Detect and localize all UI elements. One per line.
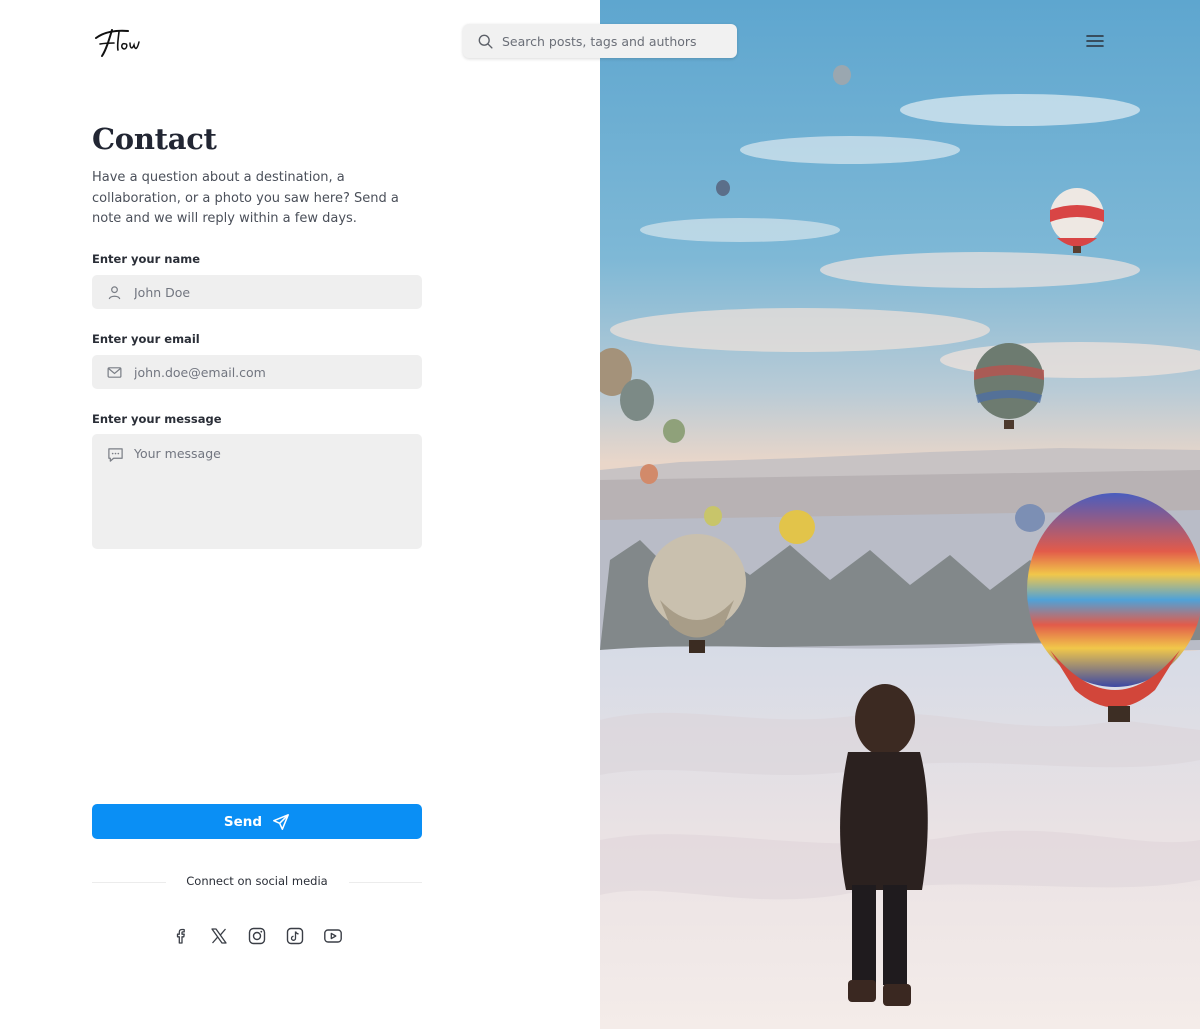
- message-field[interactable]: [92, 434, 422, 549]
- message-label: Enter your message: [92, 412, 222, 426]
- facebook-icon: [176, 928, 185, 944]
- tiktok-link[interactable]: [285, 926, 305, 946]
- instagram-link[interactable]: [247, 926, 267, 946]
- send-label: Send: [223, 813, 263, 830]
- send-button[interactable]: Send: [92, 804, 422, 839]
- x-icon: [211, 928, 227, 944]
- search-input[interactable]: [502, 33, 722, 49]
- email-label: Enter your email: [92, 332, 200, 346]
- facebook-link[interactable]: [171, 926, 191, 946]
- name-input[interactable]: [134, 284, 404, 300]
- page-title: Contact: [92, 122, 217, 156]
- social-label: Connect on social media: [186, 874, 328, 888]
- search-icon: [478, 34, 493, 49]
- paper-plane-icon: [273, 813, 290, 830]
- divider-right: [349, 882, 422, 883]
- flow-logo[interactable]: [92, 22, 148, 60]
- instagram-icon: [248, 927, 266, 945]
- message-icon: [108, 448, 123, 462]
- youtube-link[interactable]: [323, 926, 343, 946]
- email-field[interactable]: [92, 355, 422, 389]
- email-input[interactable]: [134, 364, 404, 380]
- hamburger-menu-icon: [1086, 35, 1104, 47]
- message-input[interactable]: [134, 446, 409, 541]
- hamburger-menu-button[interactable]: [1084, 31, 1106, 51]
- user-icon: [108, 285, 121, 299]
- tiktok-icon: [286, 927, 304, 945]
- youtube-icon: [324, 929, 342, 943]
- mail-icon: [107, 366, 122, 378]
- x-link[interactable]: [209, 926, 229, 946]
- search-bar[interactable]: [463, 24, 737, 58]
- hero-image: [600, 0, 1200, 1029]
- name-label: Enter your name: [92, 252, 201, 266]
- social-links: [171, 926, 343, 946]
- divider-left: [92, 882, 166, 883]
- page-intro: Have a question about a destination, a c…: [92, 170, 399, 226]
- name-field[interactable]: [92, 275, 422, 309]
